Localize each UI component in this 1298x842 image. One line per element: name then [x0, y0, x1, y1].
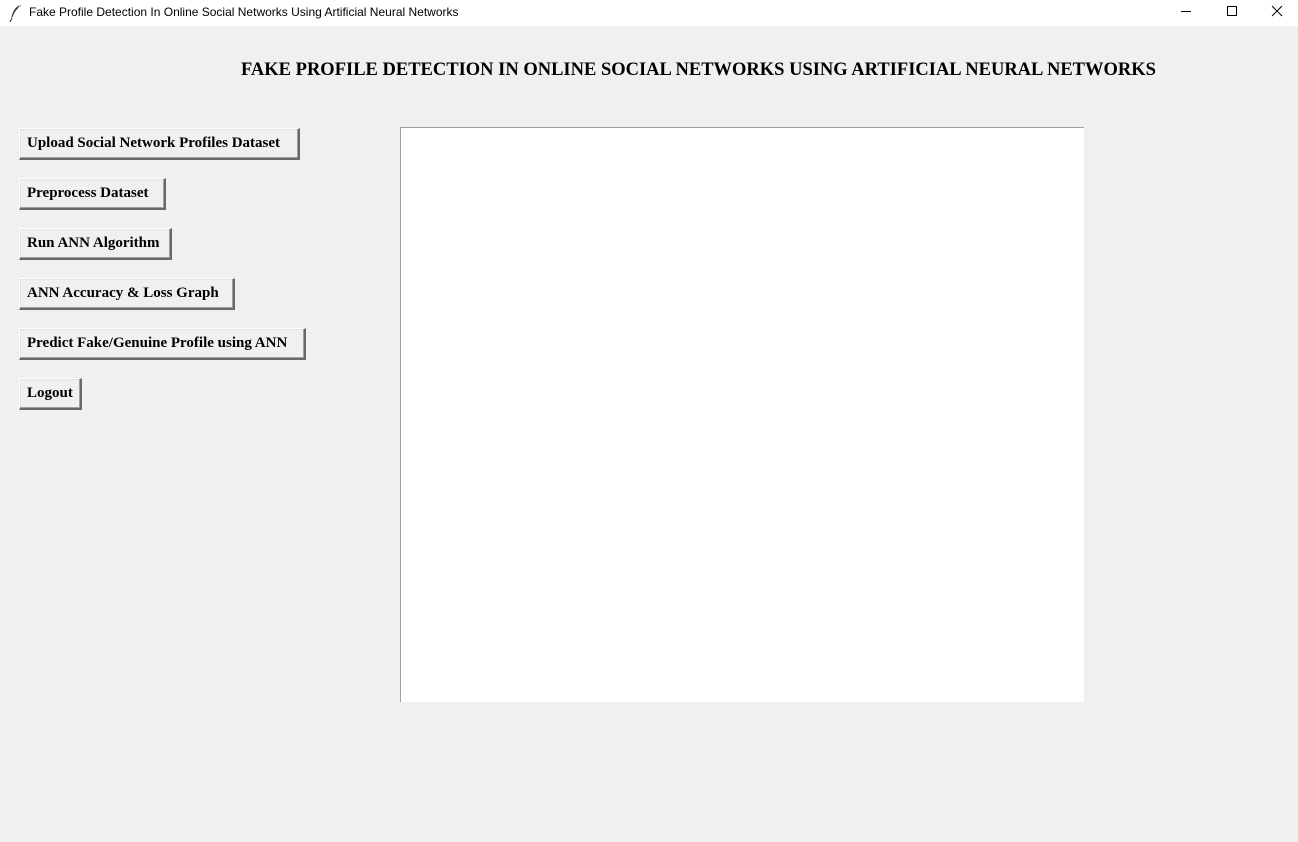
minimize-button[interactable]: [1163, 0, 1209, 26]
predict-profile-button[interactable]: Predict Fake/Genuine Profile using ANN: [19, 328, 306, 360]
logout-button[interactable]: Logout: [19, 378, 82, 410]
title-bar[interactable]: Fake Profile Detection In Online Social …: [0, 0, 1298, 26]
app-window: Fake Profile Detection In Online Social …: [0, 0, 1298, 842]
close-icon: [1271, 4, 1283, 22]
maximize-icon: [1226, 4, 1238, 22]
close-button[interactable]: [1254, 0, 1298, 26]
minimize-icon: [1180, 4, 1192, 22]
page-title: FAKE PROFILE DETECTION IN ONLINE SOCIAL …: [241, 60, 1156, 80]
preprocess-dataset-button[interactable]: Preprocess Dataset: [19, 178, 166, 210]
run-ann-button[interactable]: Run ANN Algorithm: [19, 228, 172, 260]
output-text-area[interactable]: [400, 127, 1084, 702]
maximize-button[interactable]: [1209, 0, 1255, 26]
feather-icon: [9, 4, 23, 23]
accuracy-loss-graph-button[interactable]: ANN Accuracy & Loss Graph: [19, 278, 235, 310]
upload-dataset-button[interactable]: Upload Social Network Profiles Dataset: [19, 128, 300, 160]
window-title: Fake Profile Detection In Online Social …: [29, 5, 459, 19]
